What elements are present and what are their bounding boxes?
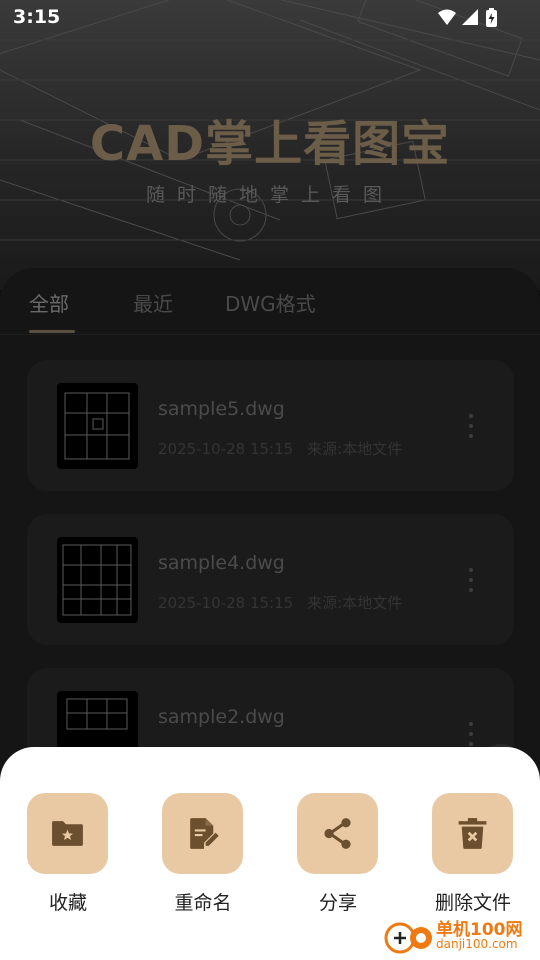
watermark-logo	[384, 922, 432, 954]
file-list-item[interactable]: sample5.dwg 2025-10-28 15:15 来源:本地文件	[27, 360, 514, 491]
file-source: 来源:本地文件	[307, 440, 403, 458]
status-time: 3:15	[13, 6, 61, 28]
rename-button[interactable]: 重命名	[148, 793, 258, 933]
share-tile	[297, 793, 378, 874]
file-name: sample4.dwg	[158, 552, 285, 574]
watermark-url: danji100.com	[436, 937, 518, 951]
share-label: 分享	[318, 892, 357, 914]
app-subtitle: 随时随地掌上看图	[145, 184, 394, 206]
favorite-label: 收藏	[48, 892, 87, 914]
rename-tile	[162, 793, 243, 874]
tab-dwg-format[interactable]: DWG格式	[225, 288, 316, 317]
share-button[interactable]: 分享	[283, 793, 393, 933]
file-source: 来源:本地文件	[307, 594, 403, 612]
favorite-button[interactable]: 收藏	[13, 793, 123, 933]
app-title: CAD掌上看图宝	[89, 116, 451, 172]
file-meta: 2025-10-28 15:15 来源:本地文件	[158, 592, 402, 613]
battery-charging-icon	[486, 8, 497, 27]
file-thumbnail	[57, 537, 138, 623]
wifi-icon	[438, 9, 456, 25]
status-bar: 3:15	[0, 0, 540, 36]
signal-icon	[462, 9, 478, 25]
file-name: sample5.dwg	[158, 398, 285, 420]
hero-banner: CAD掌上看图宝 随时随地掌上看图	[0, 0, 540, 290]
status-icons	[438, 8, 497, 27]
file-meta: 2025-10-28 15:15 来源:本地文件	[158, 438, 402, 459]
file-thumbnail	[57, 383, 138, 469]
delete-file-label: 删除文件	[434, 892, 511, 914]
edit-document-icon	[190, 818, 219, 849]
file-time: 2025-10-28 15:15	[158, 594, 294, 612]
share-icon	[324, 818, 351, 849]
folder-star-icon	[52, 821, 83, 846]
delete-file-button[interactable]: 删除文件	[418, 793, 528, 933]
file-time: 2025-10-28 15:15	[158, 440, 294, 458]
file-name: sample2.dwg	[158, 706, 285, 728]
file-list-item[interactable]: sample4.dwg 2025-10-28 15:15 来源:本地文件	[27, 514, 514, 645]
watermark: 单机100网 danji100.com	[384, 914, 534, 958]
more-options-icon[interactable]	[466, 567, 476, 593]
tab-recent[interactable]: 最近	[133, 288, 173, 317]
more-options-icon[interactable]	[466, 413, 476, 439]
delete-icon	[458, 818, 487, 849]
delete-tile	[432, 793, 513, 874]
tab-all[interactable]: 全部	[29, 288, 69, 317]
rename-label: 重命名	[174, 892, 232, 914]
tab-bar: 全部 最近 DWG格式	[0, 268, 540, 335]
more-options-icon[interactable]	[466, 721, 476, 747]
favorite-tile	[27, 793, 108, 874]
tab-indicator	[29, 330, 75, 333]
